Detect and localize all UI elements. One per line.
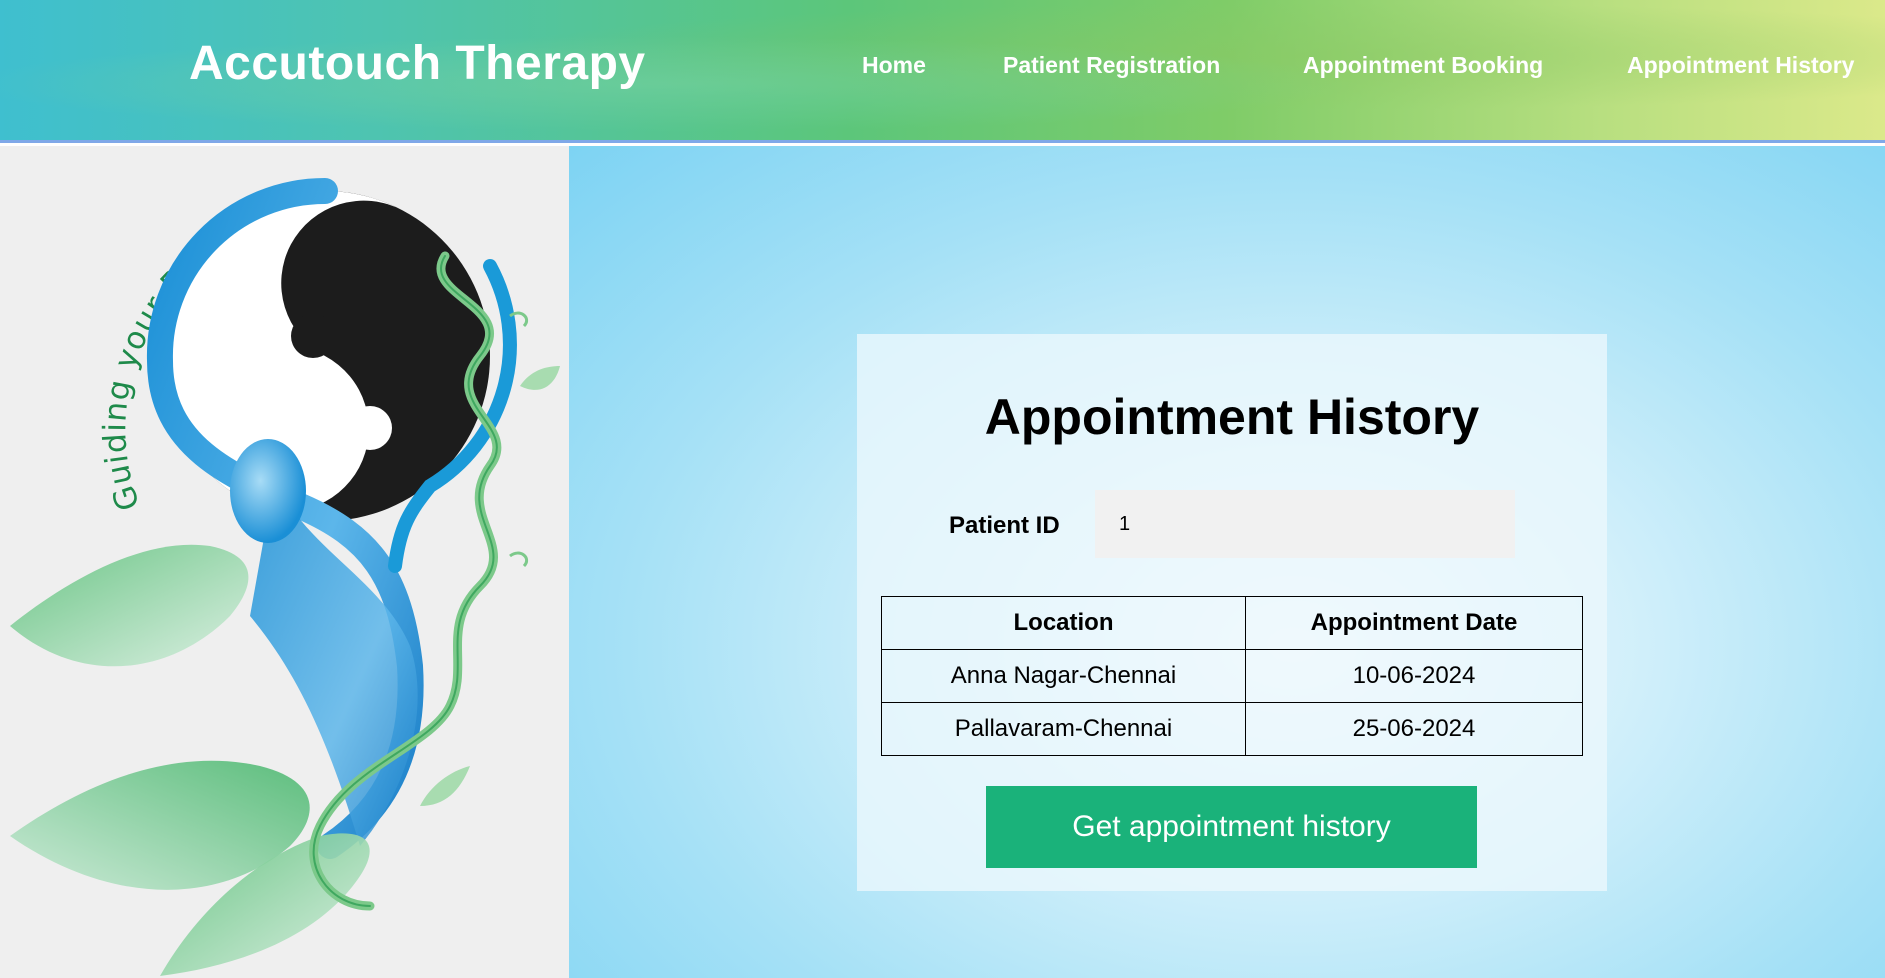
column-header-appointment-date: Appointment Date — [1245, 596, 1583, 650]
table-row: Anna Nagar-Chennai 10-06-2024 — [881, 649, 1583, 703]
wellness-logo: Guiding your Body to Wellness. — [0, 146, 560, 976]
patient-id-label: Patient ID — [949, 512, 1060, 539]
column-header-location: Location — [881, 596, 1246, 650]
main-nav: Home Patient Registration Appointment Bo… — [0, 52, 1885, 82]
get-appointment-history-button[interactable]: Get appointment history — [986, 786, 1477, 868]
page-title: Appointment History — [984, 389, 1480, 445]
logo-panel: Guiding your Body to Wellness. — [0, 146, 569, 978]
site-header: Accutouch Therapy Home Patient Registrat… — [0, 0, 1885, 143]
cell-appointment-date: 25-06-2024 — [1245, 702, 1583, 756]
appointment-history-card: Appointment History Patient ID Location … — [857, 334, 1607, 891]
cell-location: Anna Nagar-Chennai — [881, 649, 1246, 703]
nav-patient-registration[interactable]: Patient Registration — [1003, 52, 1220, 79]
cell-location: Pallavaram-Chennai — [881, 702, 1246, 756]
main-content: Appointment History Patient ID Location … — [569, 146, 1885, 978]
appointment-history-table: Location Appointment Date Anna Nagar-Che… — [881, 596, 1583, 756]
table-row: Pallavaram-Chennai 25-06-2024 — [881, 702, 1583, 756]
nav-home[interactable]: Home — [862, 52, 926, 79]
table-header-row: Location Appointment Date — [881, 596, 1583, 650]
cell-appointment-date: 10-06-2024 — [1245, 649, 1583, 703]
nav-appointment-booking[interactable]: Appointment Booking — [1303, 52, 1543, 79]
patient-id-input[interactable] — [1095, 490, 1515, 558]
nav-appointment-history[interactable]: Appointment History — [1627, 52, 1854, 79]
